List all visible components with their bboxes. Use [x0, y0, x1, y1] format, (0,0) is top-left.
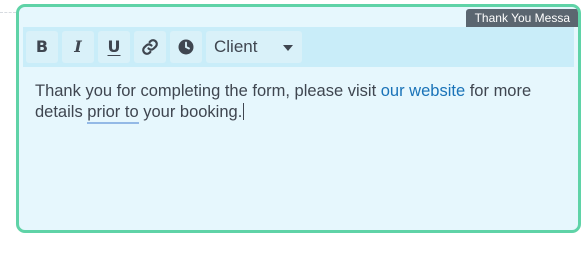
underline-button[interactable]: U [98, 31, 130, 63]
message-type-badge: Thank You Messa [465, 9, 578, 27]
timestamp-button[interactable] [170, 31, 202, 63]
underline-icon: U [107, 37, 121, 56]
bold-button[interactable]: B [26, 31, 58, 63]
chevron-down-icon [283, 45, 294, 51]
text-cursor [243, 103, 245, 120]
rich-text-editor[interactable]: Thank You Messa B I U Client Thank you f… [16, 4, 581, 233]
bold-icon: B [35, 37, 49, 56]
italic-button[interactable]: I [62, 31, 94, 63]
italic-icon: I [74, 37, 82, 56]
website-link[interactable]: our website [381, 82, 465, 100]
editor-toolbar: B I U Client [23, 27, 574, 67]
recipient-select[interactable]: Client [206, 31, 302, 63]
link-icon [142, 39, 158, 55]
dashed-divider [0, 12, 16, 13]
spellcheck-flagged-text[interactable]: prior to [87, 103, 139, 124]
link-button[interactable] [134, 31, 166, 63]
recipient-select-value: Client [214, 37, 258, 56]
body-text: your booking. [138, 103, 243, 121]
editor-content[interactable]: Thank you for completing the form, pleas… [35, 81, 567, 124]
clock-icon [178, 39, 194, 55]
body-text: Thank you for completing the form, pleas… [35, 82, 381, 100]
